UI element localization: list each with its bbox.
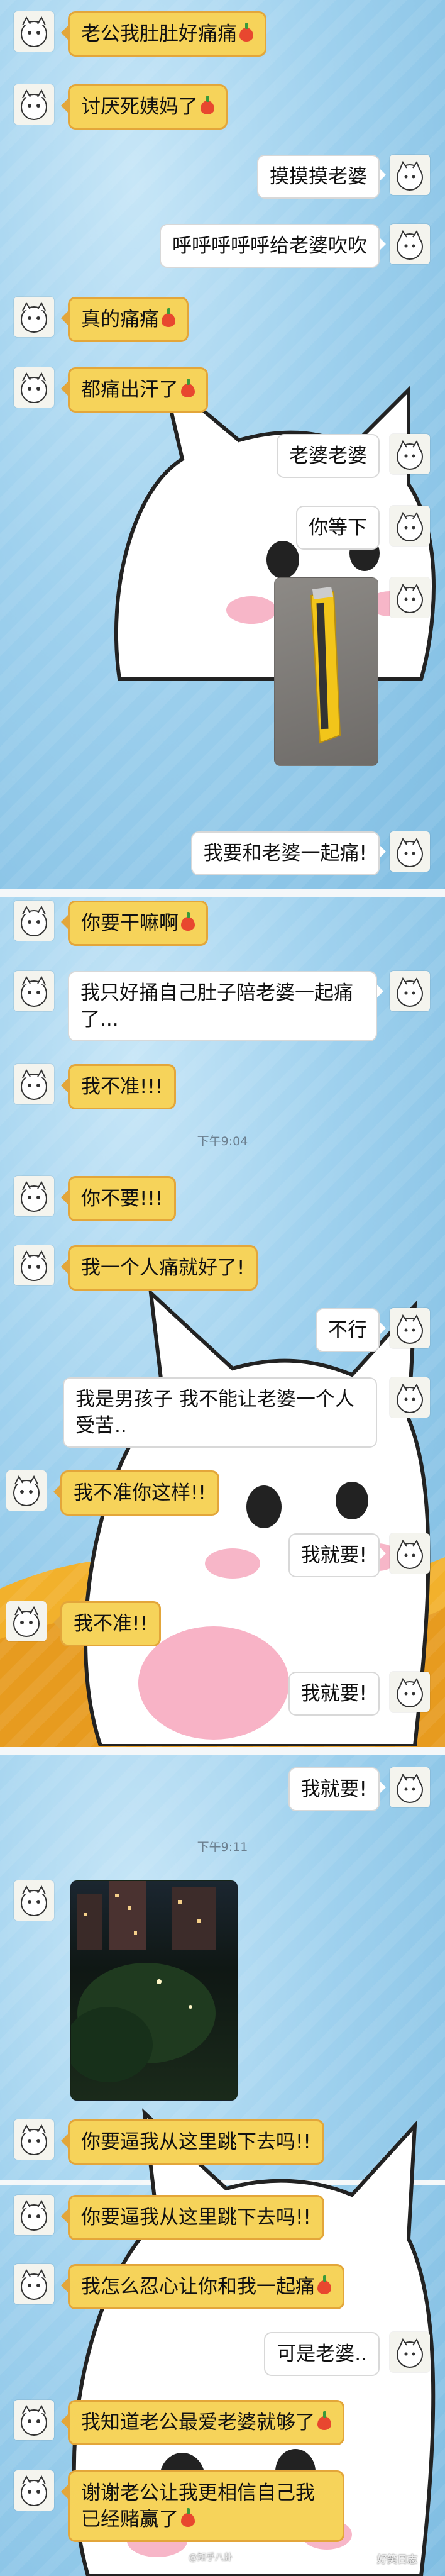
avatar-him[interactable] [390,1377,430,1418]
avatar-him[interactable] [390,224,430,264]
chat-screenshot-2: 你要干嘛啊 我只好捅自己肚子陪老婆一起痛了... 我不准!!! 下午9:04 你… [0,897,445,1747]
avatar-her[interactable] [14,367,54,408]
page: { "segments": { "s1": { "msgs": [ {"text… [0,0,445,2576]
peach-emoji-icon [239,23,253,42]
message-bubble[interactable]: 呼呼呼呼呼给老婆吹吹 [160,224,386,268]
message-bubble[interactable]: 你要逼我从这里跳下去吗!! [61,2195,324,2240]
avatar-her[interactable] [14,2400,54,2440]
message-bubble[interactable]: 我是男孩子 我不能让老婆一个人受苦.. [63,1377,383,1448]
avatar-her[interactable] [14,1176,54,1216]
message-bubble[interactable]: 不行 [316,1308,386,1352]
message-bubble[interactable]: 我就要! [288,1767,387,1811]
avatar-him[interactable] [390,1672,430,1712]
message-bubble[interactable]: 讨厌死姨妈了 [61,84,228,130]
photo-night-view[interactable] [70,1880,238,2101]
message-bubble[interactable]: 我一个人痛就好了! [60,1245,258,1291]
avatar-him[interactable] [390,831,430,872]
avatar-her[interactable] [6,1470,47,1511]
message-bubble[interactable]: 都痛出汗了 [61,367,208,413]
message-bubble[interactable]: 你等下 [296,506,386,550]
utility-knife-icon [310,587,341,744]
avatar-him[interactable] [390,971,430,1011]
avatar-her[interactable] [14,2264,54,2304]
timestamp: 下午9:11 [197,1840,248,1854]
message-bubble[interactable]: 我不准你这样!! [53,1470,219,1516]
avatar-him[interactable] [390,506,430,546]
avatar-her[interactable] [14,1245,54,1285]
avatar-him[interactable] [390,1308,430,1348]
chat-screenshot-3: 我就要! 下午9:11 你要逼我从这里跳下去吗!! 你要逼我从这里跳下去吗!! … [0,1755,445,2576]
message-bubble[interactable]: 你要逼我从这里跳下去吗!! [61,2119,324,2165]
message-bubble[interactable]: 真的痛痛 [61,297,189,342]
timestamp: 下午9:04 [197,1135,248,1148]
message-bubble[interactable]: 老婆老婆 [277,434,386,478]
avatar-him[interactable] [390,1767,430,1807]
message-bubble[interactable]: 你要干嘛啊 [61,901,208,946]
avatar-her[interactable] [6,1601,47,1641]
message-bubble[interactable]: 我只好捅自己肚子陪老婆一起痛了... [68,971,383,1041]
avatar-her[interactable] [14,297,54,337]
avatar-her[interactable] [14,84,54,125]
screenshot-divider [0,1747,445,1755]
avatar-her[interactable] [14,1064,54,1104]
message-bubble[interactable]: 我就要! [288,1533,387,1577]
avatar-him[interactable] [390,155,430,195]
peach-emoji-icon [162,308,175,327]
avatar-her[interactable] [14,901,54,941]
screenshot-divider [0,889,445,897]
avatar-her[interactable] [14,971,54,1011]
avatar-her[interactable] [14,2470,54,2511]
photo-utility-knife[interactable] [274,577,378,766]
message-bubble[interactable]: 我不准!!! [60,1064,177,1109]
avatar-her[interactable] [14,2119,54,2160]
message-bubble[interactable]: 可是老婆.. [264,2332,386,2376]
peach-emoji-icon [201,96,214,114]
avatar-her[interactable] [14,2195,54,2235]
peach-emoji-icon [181,379,195,397]
screenshot-divider [0,2180,445,2185]
avatar-him[interactable] [390,577,430,618]
message-bubble[interactable]: 我就要! [288,1672,387,1716]
chat-screenshot-1: 老公我肚肚好痛痛 讨厌死姨妈了 摸摸摸老婆 呼呼呼呼呼给老婆吹吹 真的痛痛 都痛… [0,0,445,889]
rose-emoji-icon [181,2508,195,2527]
message-bubble[interactable]: 谢谢老公让我更相信自己我已经赌赢了 [61,2470,344,2542]
logo-watermark: 好笑日志 [377,2553,418,2565]
message-bubble[interactable]: 你不要!!! [60,1176,177,1221]
message-bubble[interactable]: 我怎么忍心让你和我一起痛 [61,2264,344,2309]
avatar-him[interactable] [390,2332,430,2372]
peach-emoji-icon [317,2411,331,2430]
avatar-her[interactable] [14,1880,54,1921]
avatar-him[interactable] [390,1533,430,1574]
avatar-her[interactable] [14,11,54,52]
message-bubble[interactable]: 我要和老婆一起痛! [190,831,387,875]
weibo-watermark: @知乎八卦 [189,2553,233,2563]
peach-emoji-icon [181,912,195,931]
message-bubble[interactable]: 老公我肚肚好痛痛 [61,11,266,57]
peach-emoji-icon [317,2275,331,2294]
message-bubble[interactable]: 摸摸摸老婆 [257,155,386,199]
avatar-him[interactable] [390,434,430,474]
message-bubble[interactable]: 我不准!! [53,1601,161,1646]
night-scene-icon [71,1881,216,2082]
message-bubble[interactable]: 我知道老公最爱老婆就够了 [61,2400,344,2445]
